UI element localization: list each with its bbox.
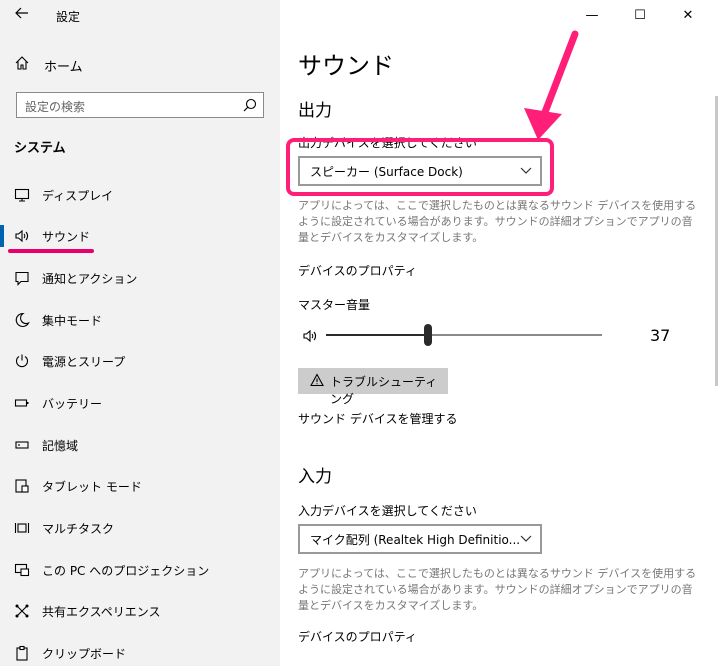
sidebar-item-notifications[interactable]: 通知とアクション bbox=[0, 263, 280, 293]
section-title: システム bbox=[14, 141, 66, 156]
battery-icon bbox=[14, 399, 29, 407]
sidebar-item-label: 共有エクスペリエンス bbox=[42, 605, 161, 619]
active-indicator bbox=[0, 225, 4, 247]
warning-icon bbox=[310, 373, 324, 387]
sidebar-item-clipboard[interactable]: クリップボード bbox=[0, 638, 280, 666]
sidebar-item-tablet[interactable]: タブレット モード bbox=[0, 471, 280, 501]
title-bar: 設定 bbox=[0, 0, 280, 32]
sidebar-item-projection[interactable]: この PC へのプロジェクション bbox=[0, 555, 280, 585]
sidebar-item-display[interactable]: ディスプレイ bbox=[0, 180, 280, 210]
display-icon bbox=[14, 188, 30, 202]
troubleshoot-button[interactable]: トラブルシューティング bbox=[298, 368, 448, 406]
search-placeholder: 設定の検索 bbox=[25, 100, 86, 114]
sidebar-item-label: 集中モード bbox=[42, 314, 103, 328]
input-properties-link[interactable]: デバイスのプロパティ bbox=[298, 628, 417, 645]
sidebar: 設定 ホーム 設定の検索 システム ディスプレイ サウンド 通知とアクション 集… bbox=[0, 0, 280, 666]
sidebar-item-label: バッテリー bbox=[42, 397, 103, 411]
notification-icon bbox=[15, 271, 29, 286]
back-arrow-icon[interactable] bbox=[12, 6, 32, 26]
storage-icon bbox=[15, 441, 29, 449]
sidebar-item-multitask[interactable]: マルチタスク bbox=[0, 513, 280, 543]
sidebar-item-label: この PC へのプロジェクション bbox=[42, 564, 210, 578]
minimize-button[interactable]: — bbox=[582, 6, 602, 26]
output-properties-link[interactable]: デバイスのプロパティ bbox=[298, 262, 417, 279]
manage-sound-devices-link[interactable]: サウンド デバイスを管理する bbox=[298, 410, 457, 427]
speaker-icon[interactable] bbox=[302, 328, 318, 344]
sidebar-item-label: 電源とスリープ bbox=[42, 355, 126, 369]
volume-slider[interactable]: 37 bbox=[298, 322, 678, 350]
page-title: サウンド bbox=[298, 52, 394, 80]
sidebar-item-label: ディスプレイ bbox=[42, 189, 114, 203]
close-button[interactable]: ✕ bbox=[678, 6, 698, 26]
sidebar-item-label: サウンド bbox=[42, 230, 91, 244]
input-device-label: 入力デバイスを選択してください bbox=[298, 504, 477, 518]
troubleshoot-label: トラブルシューティング bbox=[330, 375, 438, 406]
sidebar-item-shared[interactable]: 共有エクスペリエンス bbox=[0, 596, 280, 626]
sidebar-item-power[interactable]: 電源とスリープ bbox=[0, 346, 280, 376]
sidebar-item-battery[interactable]: バッテリー bbox=[0, 388, 280, 418]
clipboard-icon bbox=[16, 645, 28, 661]
moon-icon bbox=[15, 312, 30, 327]
home-label: ホーム bbox=[44, 60, 83, 75]
app-title: 設定 bbox=[56, 10, 81, 24]
slider-thumb[interactable] bbox=[424, 324, 433, 346]
input-heading: 入力 bbox=[298, 467, 332, 487]
annotation-arrow bbox=[524, 30, 579, 140]
search-input[interactable]: 設定の検索 bbox=[16, 92, 264, 118]
tablet-icon bbox=[15, 479, 29, 493]
input-device-value: マイク配列 (Realtek High Definitio... bbox=[310, 533, 521, 547]
slider-fill bbox=[326, 334, 429, 336]
sidebar-item-label: マルチタスク bbox=[42, 522, 115, 536]
power-icon bbox=[15, 354, 29, 368]
master-volume-label: マスター音量 bbox=[298, 298, 371, 312]
sidebar-item-sound[interactable]: サウンド bbox=[0, 221, 280, 253]
maximize-button[interactable]: ☐ bbox=[630, 6, 650, 26]
input-device-dropdown[interactable]: マイク配列 (Realtek High Definitio... bbox=[298, 524, 542, 554]
home-icon bbox=[15, 56, 29, 70]
scrollbar[interactable] bbox=[715, 96, 718, 386]
projection-icon bbox=[14, 563, 30, 577]
volume-value: 37 bbox=[650, 326, 671, 345]
sidebar-item-focus[interactable]: 集中モード bbox=[0, 305, 280, 335]
sidebar-item-label: 記憶域 bbox=[42, 439, 79, 453]
sidebar-item-label: タブレット モード bbox=[42, 480, 142, 494]
share-icon bbox=[15, 604, 29, 618]
chevron-down-icon bbox=[520, 535, 532, 542]
annotation-underline bbox=[8, 249, 94, 253]
output-help-text: アプリによっては、ここで選択したものとは異なるサウンド デバイスを使用するように… bbox=[298, 199, 697, 244]
input-help-text: アプリによっては、ここで選択したものとは異なるサウンド デバイスを使用するように… bbox=[298, 567, 697, 612]
output-heading: 出力 bbox=[298, 101, 332, 121]
sidebar-item-label: クリップボード bbox=[42, 647, 127, 661]
sidebar-item-label: 通知とアクション bbox=[42, 272, 138, 286]
sidebar-item-home[interactable]: ホーム bbox=[0, 50, 280, 78]
sidebar-item-storage[interactable]: 記憶域 bbox=[0, 430, 280, 460]
multitask-icon bbox=[14, 523, 30, 533]
search-icon[interactable] bbox=[243, 98, 257, 112]
speaker-icon bbox=[15, 229, 29, 243]
main-content: — ☐ ✕ サウンド 出力 出力デバイスを選択してください スピーカー (Sur… bbox=[280, 0, 720, 666]
